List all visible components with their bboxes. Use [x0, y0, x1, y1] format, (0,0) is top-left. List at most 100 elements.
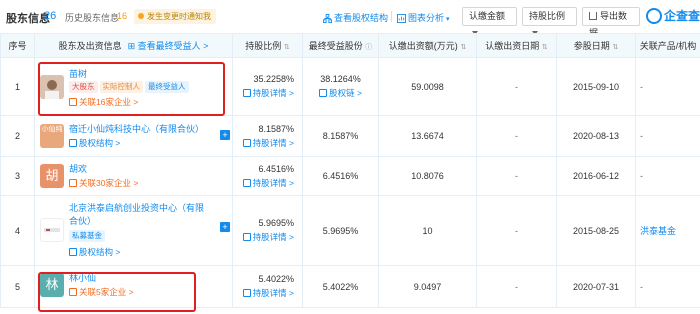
detail-icon: [242, 289, 251, 297]
highlight-box: [38, 62, 225, 116]
holding-detail-link[interactable]: 持股详情 >: [233, 87, 294, 99]
holding-detail-label: 持股详情 >: [252, 177, 294, 188]
org-logo-icon: [44, 228, 60, 232]
shareholder-cell: 胡 胡欢 关联30家企业 >: [34, 156, 233, 196]
ratio-cell: 6.4516% 持股详情 >: [232, 156, 303, 196]
ratio-cell: 5.9695% 持股详情 >: [232, 195, 303, 266]
related-companies-link[interactable]: 关联30家企业 >: [69, 177, 138, 189]
sort-icon: ⇅: [541, 44, 548, 51]
equity-chain-link[interactable]: 股权链 >: [303, 87, 378, 99]
holding-detail-label: 持股详情 >: [252, 232, 294, 242]
join-date-cell: 2020-07-31: [556, 265, 636, 308]
tag-private-fund: 私募基金: [69, 230, 105, 242]
view-beneficiary-label: 查看最终受益人 >: [137, 41, 209, 51]
subscribed-amount-filter[interactable]: 认缴金额: [462, 7, 517, 35]
view-structure-link[interactable]: 查看股权结构: [323, 11, 388, 24]
holding-detail-link[interactable]: 持股详情 >: [233, 177, 294, 189]
export-button[interactable]: 导出数据: [582, 7, 640, 38]
history-count: 16: [117, 11, 128, 21]
final-ratio-cell: 6.4516%: [302, 156, 379, 196]
ratio-value: 5.4022%: [258, 274, 294, 284]
view-beneficiary-link[interactable]: ⊞ 查看最终受益人 >: [128, 41, 209, 51]
bell-icon: [138, 13, 144, 19]
ratio-cell: 5.4022% 持股详情 >: [232, 265, 303, 308]
holding-detail-link[interactable]: 持股详情 >: [233, 287, 294, 299]
related-cell: -: [635, 265, 700, 308]
join-date-cell: 2020-08-13: [556, 115, 636, 157]
avatar[interactable]: 小仙纯: [40, 124, 64, 148]
shareholder-name[interactable]: 胡欢: [69, 162, 87, 175]
col-subscribed-amount[interactable]: 认缴出资额(万元) ⇅: [378, 33, 477, 58]
ratio-filter-label: 持股比例: [529, 11, 566, 21]
highlight-box: [38, 272, 196, 312]
structure-icon: [323, 14, 332, 23]
col-related: 关联产品/机构: [635, 33, 700, 58]
col-shareholder-label: 股东及出资信息: [58, 41, 122, 51]
ratio-value: 5.9695%: [258, 218, 294, 228]
history-shareholders-link[interactable]: 历史股东信息: [65, 11, 119, 24]
detail-icon: [242, 89, 251, 97]
join-date-cell: 2016-06-12: [556, 156, 636, 196]
join-date-cell: 2015-08-25: [556, 195, 636, 266]
col-join-date[interactable]: 参股日期 ⇅: [556, 33, 636, 58]
subscribed-date-cell: -: [476, 115, 557, 157]
related-cell: -: [635, 57, 700, 116]
toolbar: 股东信息 26 历史股东信息 16 发生变更时通知我 查看股权结构 图表分析 ▾ …: [0, 0, 700, 38]
equity-structure-label: 股权结构 >: [79, 247, 121, 257]
avatar[interactable]: [40, 218, 64, 242]
equity-structure-label: 股权结构 >: [79, 138, 121, 148]
equity-structure-link[interactable]: 股权结构 >: [69, 246, 120, 258]
subscribed-date-cell: -: [476, 265, 557, 308]
subscribed-date-cell: -: [476, 156, 557, 196]
amount-cell: 9.0497: [378, 265, 477, 308]
sort-icon: ⇅: [612, 44, 619, 51]
change-notify-label: 发生变更时通知我: [147, 12, 211, 21]
final-ratio-cell: 5.4022%: [302, 265, 379, 308]
shareholder-cell: 小仙纯 宿迁小仙炖科技中心（有限合伙） 股权结构 > +: [34, 115, 233, 157]
row-no: 2: [0, 115, 35, 157]
related-product-link[interactable]: 洪泰基金: [635, 195, 700, 266]
holding-detail-link[interactable]: 持股详情 >: [233, 231, 294, 243]
table-header: 序号 股东及出资信息 ⊞ 查看最终受益人 > 持股比例 ⇅ 最终受益股份 ⓘ 认缴…: [0, 33, 700, 58]
equity-chain-label: 股权链 >: [329, 88, 362, 98]
final-ratio-cell: 8.1587%: [302, 115, 379, 157]
col-subscribed-amount-label: 认缴出资额(万元): [388, 41, 458, 51]
col-shareholder: 股东及出资信息 ⊞ 查看最终受益人 >: [34, 33, 233, 58]
subscribed-date-cell: -: [476, 195, 557, 266]
help-icon: ⓘ: [365, 44, 373, 51]
expand-plus-icon[interactable]: +: [220, 130, 230, 140]
ratio-cell: 8.1587% 持股详情 >: [232, 115, 303, 157]
subscribed-date-cell: -: [476, 57, 557, 116]
expand-plus-icon[interactable]: +: [220, 222, 230, 232]
ratio-filter[interactable]: 持股比例: [522, 7, 577, 35]
chart-analysis-link[interactable]: 图表分析 ▾: [397, 11, 450, 24]
col-ratio[interactable]: 持股比例 ⇅: [232, 33, 303, 58]
holding-detail-label: 持股详情 >: [252, 88, 294, 98]
ratio-value: 6.4516%: [258, 163, 294, 174]
amount-cell: 10.8076: [378, 156, 477, 196]
beneficiary-icon: ⊞: [127, 41, 138, 51]
ratio-value: 8.1587%: [258, 123, 294, 134]
holding-detail-label: 持股详情 >: [252, 137, 294, 148]
chain-icon: [319, 89, 328, 97]
change-notify-badge[interactable]: 发生变更时通知我: [134, 9, 216, 24]
col-final-ratio-label: 最终受益股份: [308, 41, 363, 51]
table-row: 4 北京洪泰启航创业投资中心（有限合伙） 私募基金 股权结构 > + 5.969…: [0, 195, 700, 266]
amount-cell: 13.6674: [378, 115, 477, 157]
row-no: 1: [0, 57, 35, 116]
row-no: 4: [0, 195, 35, 266]
col-subscribed-date[interactable]: 认缴出资日期 ⇅: [476, 33, 557, 58]
col-final-ratio: 最终受益股份 ⓘ: [302, 33, 379, 58]
join-date-cell: 2015-09-10: [556, 57, 636, 116]
view-structure-label: 查看股权结构: [334, 13, 389, 23]
row-no: 3: [0, 156, 35, 196]
shareholder-count: 26: [44, 10, 57, 22]
shareholder-name[interactable]: 宿迁小仙炖科技中心（有限合伙）: [69, 122, 204, 135]
equity-structure-link[interactable]: 股权结构 >: [69, 137, 120, 149]
sort-icon: ⇅: [283, 44, 290, 51]
detail-icon: [242, 233, 251, 241]
related-companies-label: 关联30家企业 >: [79, 178, 139, 188]
shareholder-name[interactable]: 北京洪泰启航创业投资中心（有限合伙）: [69, 202, 211, 228]
holding-detail-link[interactable]: 持股详情 >: [233, 137, 294, 149]
avatar[interactable]: 胡: [40, 164, 64, 188]
